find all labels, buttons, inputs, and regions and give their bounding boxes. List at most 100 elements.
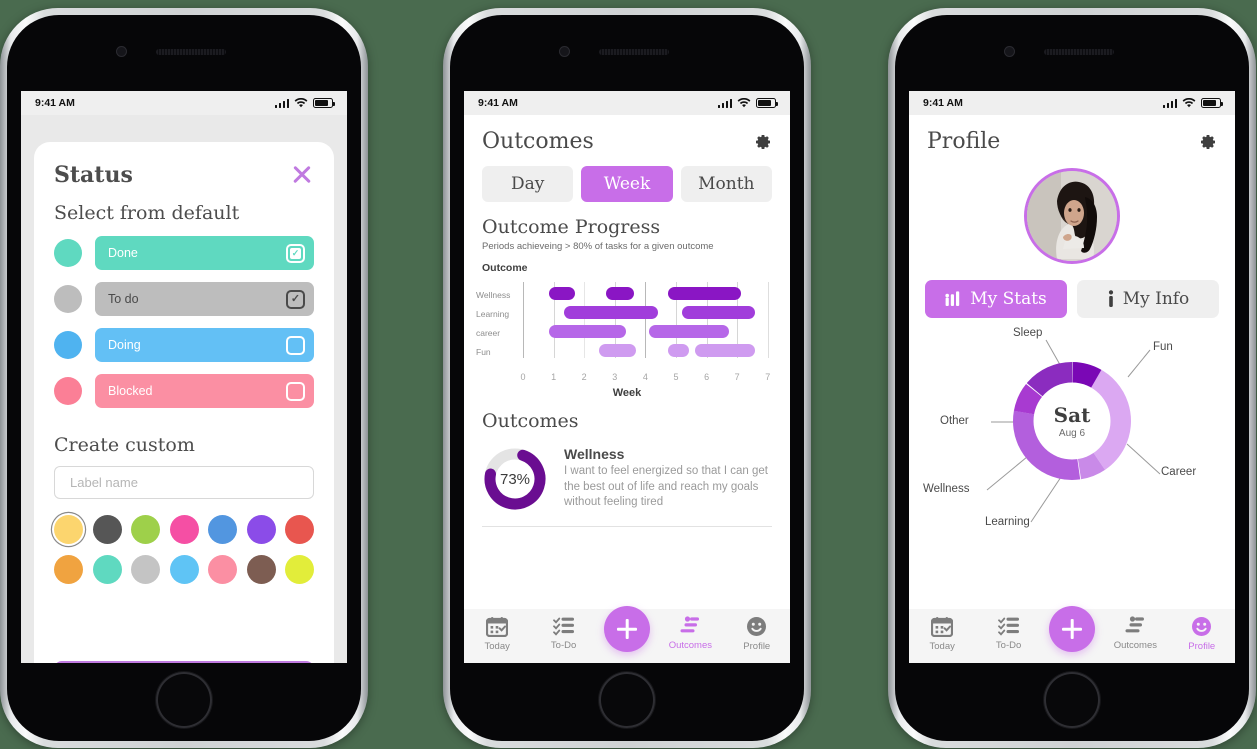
status-bar: 9:41 AM — [909, 91, 1235, 115]
status-checkbox[interactable] — [286, 335, 305, 355]
app-header: Outcomes — [464, 115, 790, 154]
color-swatch[interactable] — [285, 515, 314, 544]
status-color-dot — [54, 377, 82, 405]
donut-label-wellness: Wellness — [923, 483, 970, 495]
color-swatch[interactable] — [246, 515, 276, 544]
camera-icon — [1004, 46, 1015, 57]
home-button[interactable] — [1044, 672, 1100, 728]
tab-my-stats[interactable]: My Stats — [925, 280, 1067, 318]
x-tick: 3 — [612, 372, 618, 382]
color-swatch[interactable] — [54, 515, 83, 544]
home-button[interactable] — [599, 672, 655, 728]
status-bar-icons — [717, 98, 779, 108]
color-swatch[interactable] — [208, 555, 237, 584]
info-icon — [1108, 290, 1113, 307]
tab-profile[interactable]: Profile — [1176, 616, 1228, 652]
color-swatch[interactable] — [131, 515, 160, 544]
status-list-item[interactable]: Doing — [54, 328, 314, 362]
tab-today[interactable]: Today — [471, 616, 523, 652]
tab-label: Today — [484, 641, 510, 652]
donut-label-sleep: Sleep — [1013, 327, 1043, 339]
avatar[interactable] — [1024, 168, 1120, 264]
tab-todo[interactable]: To-Do — [983, 616, 1035, 651]
section-title-default: Select from default — [54, 202, 240, 224]
battery-icon — [313, 98, 336, 108]
status-list-item[interactable]: Done ✓ — [54, 236, 314, 270]
status-color-dot — [54, 239, 82, 267]
gear-icon[interactable] — [752, 132, 772, 152]
tab-month[interactable]: Month — [680, 166, 772, 202]
color-swatch[interactable] — [54, 555, 83, 584]
section-subtitle-progress: Periods achieveing > 80% of tasks for a … — [482, 241, 714, 252]
gantt-y-label: Wellness — [476, 290, 511, 300]
status-label: Done — [108, 246, 138, 260]
gear-icon[interactable] — [1197, 132, 1217, 152]
outcome-card[interactable]: 73% Wellness I want to feel energized so… — [464, 432, 790, 512]
label-name-input[interactable]: Label name — [54, 466, 314, 499]
color-swatch[interactable] — [208, 515, 237, 544]
status-pill[interactable]: Done ✓ — [95, 236, 314, 270]
status-list-item[interactable]: Blocked — [54, 374, 314, 408]
status-bar-time: 9:41 AM — [35, 97, 75, 109]
color-swatch[interactable] — [169, 515, 199, 544]
add-button[interactable] — [1048, 606, 1095, 652]
phone-3-screen: 9:41 AM Profile My Stats My Info Sat Aug… — [909, 91, 1235, 663]
gantt-bar — [598, 344, 636, 357]
modal-header: Status — [54, 162, 314, 188]
gantt-y-label: career — [476, 328, 501, 338]
status-bar: 9:41 AM — [464, 91, 790, 115]
status-bar-time: 9:41 AM — [478, 97, 518, 109]
tab-day[interactable]: Day — [482, 166, 574, 202]
tab-label: Profile — [1188, 641, 1216, 652]
tab-my-info[interactable]: My Info — [1077, 280, 1219, 318]
tab-outcomes[interactable]: Outcomes — [664, 616, 716, 651]
gantt-bar — [564, 306, 659, 319]
home-button[interactable] — [156, 672, 212, 728]
page-title: Status — [54, 162, 133, 188]
signal-bars-icon — [717, 98, 732, 108]
status-list-item[interactable]: To do ✓ — [54, 282, 314, 316]
bottom-tab-bar: Today To-Do Outcomes Profile — [464, 606, 790, 663]
color-swatch[interactable] — [92, 515, 122, 544]
close-icon[interactable] — [290, 162, 314, 186]
tab-outcomes[interactable]: Outcomes — [1109, 616, 1161, 651]
barchart-icon — [945, 291, 960, 306]
gantt-bar — [668, 287, 741, 300]
tab-week[interactable]: Week — [581, 166, 673, 202]
status-pill[interactable]: Doing — [95, 328, 314, 362]
progress-donut: 73% — [482, 446, 548, 512]
x-axis-title: Week — [612, 387, 642, 399]
status-checkbox[interactable] — [286, 381, 305, 401]
barchart-icon — [680, 616, 700, 633]
color-swatch[interactable] — [92, 555, 122, 584]
camera-icon — [116, 46, 127, 57]
barchart-icon — [1125, 616, 1145, 633]
color-swatch[interactable] — [169, 555, 199, 584]
tab-todo[interactable]: To-Do — [538, 616, 590, 651]
color-swatch[interactable] — [246, 555, 276, 584]
color-swatch[interactable] — [131, 555, 160, 584]
status-pill[interactable]: To do ✓ — [95, 282, 314, 316]
color-swatch-grid — [54, 515, 314, 584]
modal-backdrop: Status Select from default Done ✓ To do … — [21, 115, 347, 663]
add-button[interactable] — [603, 606, 650, 652]
color-swatch[interactable] — [285, 555, 314, 584]
outcome-name: Wellness — [564, 446, 625, 462]
status-pill[interactable]: Blocked — [95, 374, 314, 408]
gantt-chart: Wellness Learning career Fun — [464, 280, 790, 372]
gantt-bar — [549, 287, 575, 300]
chart-axis-caption: Outcome — [482, 262, 528, 274]
status-bar-icons — [274, 98, 336, 108]
speaker-grille-icon — [1044, 49, 1114, 55]
status-checkbox[interactable]: ✓ — [286, 243, 305, 263]
tab-profile[interactable]: Profile — [731, 616, 783, 652]
outcome-text: Wellness I want to feel energized so tha… — [564, 446, 772, 511]
status-checkbox[interactable]: ✓ — [286, 289, 305, 309]
tab-today[interactable]: Today — [916, 616, 968, 652]
gantt-bar — [682, 306, 756, 319]
save-button[interactable] — [54, 661, 314, 663]
donut-label-fun: Fun — [1153, 341, 1173, 353]
donut-label-learning: Learning — [985, 516, 1030, 528]
gantt-bar — [649, 325, 729, 338]
speaker-grille-icon — [599, 49, 669, 55]
